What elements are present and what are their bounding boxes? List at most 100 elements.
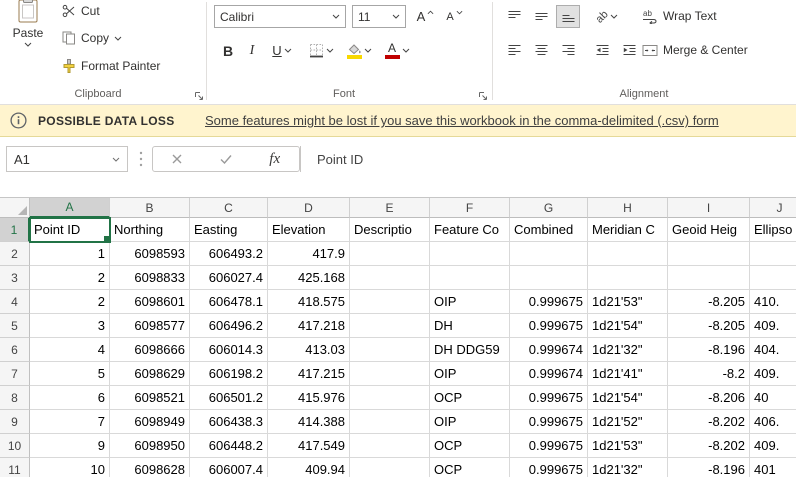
fill-color-button[interactable]: [342, 38, 376, 63]
cell-I8[interactable]: -8.206: [668, 386, 750, 410]
cell-C2[interactable]: 606493.2: [190, 242, 268, 266]
name-box[interactable]: A1: [6, 146, 128, 172]
clipboard-dialog-launcher[interactable]: [192, 89, 206, 103]
cell-G7[interactable]: 0.999674: [510, 362, 588, 386]
cell-F4[interactable]: OIP: [430, 290, 510, 314]
cell-G6[interactable]: 0.999674: [510, 338, 588, 362]
row-header-5[interactable]: 5: [0, 314, 30, 338]
row-header-7[interactable]: 7: [0, 362, 30, 386]
font-name-combo[interactable]: Calibri: [214, 5, 346, 28]
cell-C4[interactable]: 606478.1: [190, 290, 268, 314]
column-header-J[interactable]: J: [750, 198, 796, 218]
name-box-resizer[interactable]: [139, 151, 143, 167]
row-header-3[interactable]: 3: [0, 266, 30, 290]
cell-I6[interactable]: -8.196: [668, 338, 750, 362]
cell-F5[interactable]: DH: [430, 314, 510, 338]
cell-B4[interactable]: 6098601: [110, 290, 190, 314]
column-header-H[interactable]: H: [588, 198, 668, 218]
cell-J5[interactable]: 409.: [750, 314, 796, 338]
cell-E9[interactable]: [350, 410, 430, 434]
cell-J10[interactable]: 409.: [750, 434, 796, 458]
borders-button[interactable]: [304, 38, 338, 63]
cell-C7[interactable]: 606198.2: [190, 362, 268, 386]
cell-B3[interactable]: 6098833: [110, 266, 190, 290]
cell-G1[interactable]: Combined: [510, 218, 588, 242]
cell-H1[interactable]: Meridian C: [588, 218, 668, 242]
cell-H8[interactable]: 1d21'54": [588, 386, 668, 410]
row-header-4[interactable]: 4: [0, 290, 30, 314]
cell-E1[interactable]: Descriptio: [350, 218, 430, 242]
align-top-button[interactable]: [502, 5, 526, 28]
bold-button[interactable]: B: [216, 38, 240, 63]
cell-D9[interactable]: 414.388: [268, 410, 350, 434]
cell-A2[interactable]: 1: [30, 242, 110, 266]
row-header-9[interactable]: 9: [0, 410, 30, 434]
font-color-button[interactable]: A: [380, 38, 414, 63]
cell-J11[interactable]: 401: [750, 458, 796, 477]
cell-F9[interactable]: OIP: [430, 410, 510, 434]
cell-E4[interactable]: [350, 290, 430, 314]
cut-button[interactable]: Cut: [58, 0, 104, 22]
cell-A5[interactable]: 3: [30, 314, 110, 338]
cell-D1[interactable]: Elevation: [268, 218, 350, 242]
cell-E8[interactable]: [350, 386, 430, 410]
cell-D3[interactable]: 425.168: [268, 266, 350, 290]
cell-A11[interactable]: 10: [30, 458, 110, 477]
cell-B7[interactable]: 6098629: [110, 362, 190, 386]
insert-function-button[interactable]: fx: [269, 151, 280, 168]
cell-H2[interactable]: [588, 242, 668, 266]
cell-G2[interactable]: [510, 242, 588, 266]
cell-C8[interactable]: 606501.2: [190, 386, 268, 410]
cell-H3[interactable]: [588, 266, 668, 290]
cell-C3[interactable]: 606027.4: [190, 266, 268, 290]
cell-C5[interactable]: 606496.2: [190, 314, 268, 338]
column-header-E[interactable]: E: [350, 198, 430, 218]
cell-B9[interactable]: 6098949: [110, 410, 190, 434]
select-all-button[interactable]: [0, 198, 30, 218]
cell-B8[interactable]: 6098521: [110, 386, 190, 410]
cell-B2[interactable]: 6098593: [110, 242, 190, 266]
cell-B5[interactable]: 6098577: [110, 314, 190, 338]
cell-D2[interactable]: 417.9: [268, 242, 350, 266]
cell-A10[interactable]: 9: [30, 434, 110, 458]
column-header-G[interactable]: G: [510, 198, 588, 218]
cell-H5[interactable]: 1d21'54": [588, 314, 668, 338]
column-header-B[interactable]: B: [110, 198, 190, 218]
copy-button[interactable]: Copy: [58, 27, 126, 49]
cell-H7[interactable]: 1d21'41": [588, 362, 668, 386]
cell-D7[interactable]: 417.215: [268, 362, 350, 386]
cell-G3[interactable]: [510, 266, 588, 290]
cell-D8[interactable]: 415.976: [268, 386, 350, 410]
cancel-button[interactable]: [172, 154, 182, 164]
cell-H6[interactable]: 1d21'32": [588, 338, 668, 362]
cell-G9[interactable]: 0.999675: [510, 410, 588, 434]
cell-D6[interactable]: 413.03: [268, 338, 350, 362]
cell-F11[interactable]: OCP: [430, 458, 510, 477]
align-left-button[interactable]: [502, 38, 526, 63]
decrease-font-size-button[interactable]: A: [441, 5, 468, 28]
row-header-10[interactable]: 10: [0, 434, 30, 458]
cell-D10[interactable]: 417.549: [268, 434, 350, 458]
cell-C6[interactable]: 606014.3: [190, 338, 268, 362]
cell-F2[interactable]: [430, 242, 510, 266]
cell-C1[interactable]: Easting: [190, 218, 268, 242]
column-header-F[interactable]: F: [430, 198, 510, 218]
cell-E11[interactable]: [350, 458, 430, 477]
row-header-2[interactable]: 2: [0, 242, 30, 266]
align-center-button[interactable]: [529, 38, 553, 63]
cell-E5[interactable]: [350, 314, 430, 338]
cell-F7[interactable]: OIP: [430, 362, 510, 386]
cell-J6[interactable]: 404.: [750, 338, 796, 362]
cell-E7[interactable]: [350, 362, 430, 386]
cell-J3[interactable]: [750, 266, 796, 290]
cell-A1[interactable]: Point ID: [29, 217, 111, 243]
cell-D5[interactable]: 417.218: [268, 314, 350, 338]
cell-D4[interactable]: 418.575: [268, 290, 350, 314]
cell-G4[interactable]: 0.999675: [510, 290, 588, 314]
cell-F3[interactable]: [430, 266, 510, 290]
cell-I5[interactable]: -8.205: [668, 314, 750, 338]
cell-A8[interactable]: 6: [30, 386, 110, 410]
cell-E10[interactable]: [350, 434, 430, 458]
row-header-8[interactable]: 8: [0, 386, 30, 410]
cell-I3[interactable]: [668, 266, 750, 290]
